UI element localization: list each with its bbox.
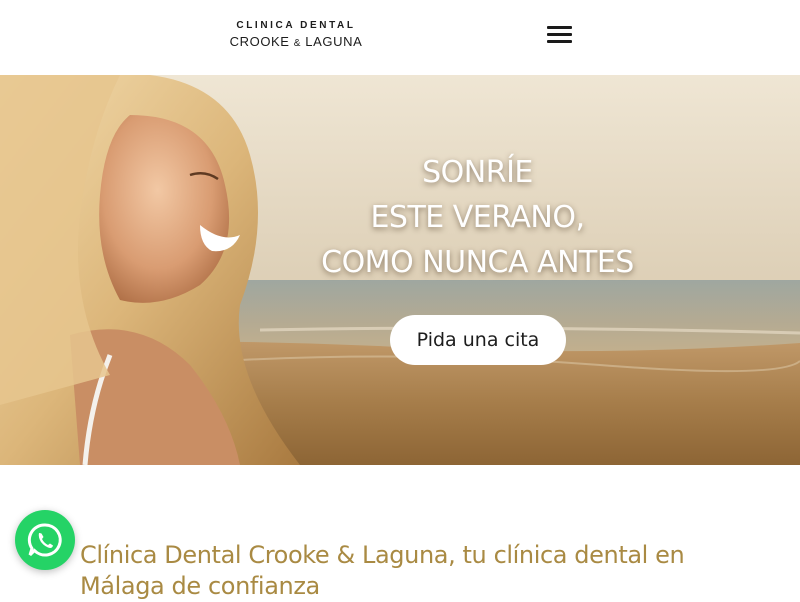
site-header: CLINICA DENTAL CROOKE & LAGUNA <box>0 0 800 75</box>
logo-name: CROOKE & LAGUNA <box>221 34 371 52</box>
hero-heading-line-2: ESTE VERANO, <box>370 200 585 235</box>
logo-name-part1: CROOKE <box>229 34 290 49</box>
whatsapp-button[interactable] <box>15 510 75 570</box>
menu-bar-bottom <box>547 40 572 43</box>
hero-heading-line-3: COMO NUNCA ANTES <box>321 245 634 280</box>
clinic-logo[interactable]: CLINICA DENTAL CROOKE & LAGUNA <box>221 20 371 50</box>
hero-heading-line-1: SONRÍE <box>422 155 533 190</box>
logo-name-part2: LAGUNA <box>305 34 363 49</box>
logo-tagline: CLINICA DENTAL <box>236 20 356 31</box>
intro-title: Clínica Dental Crooke & Laguna, tu clíni… <box>80 541 685 600</box>
logo-ampersand: & <box>293 38 302 49</box>
hero-heading: SONRÍE ESTE VERANO, COMO NUNCA ANTES <box>290 150 665 285</box>
menu-bar-top <box>547 26 572 29</box>
menu-bar-middle <box>547 33 572 36</box>
hamburger-menu-icon[interactable] <box>545 22 575 46</box>
hero-banner: SONRÍE ESTE VERANO, COMO NUNCA ANTES Pid… <box>0 75 800 465</box>
book-appointment-button[interactable]: Pida una cita <box>390 315 566 365</box>
whatsapp-icon <box>27 523 62 557</box>
